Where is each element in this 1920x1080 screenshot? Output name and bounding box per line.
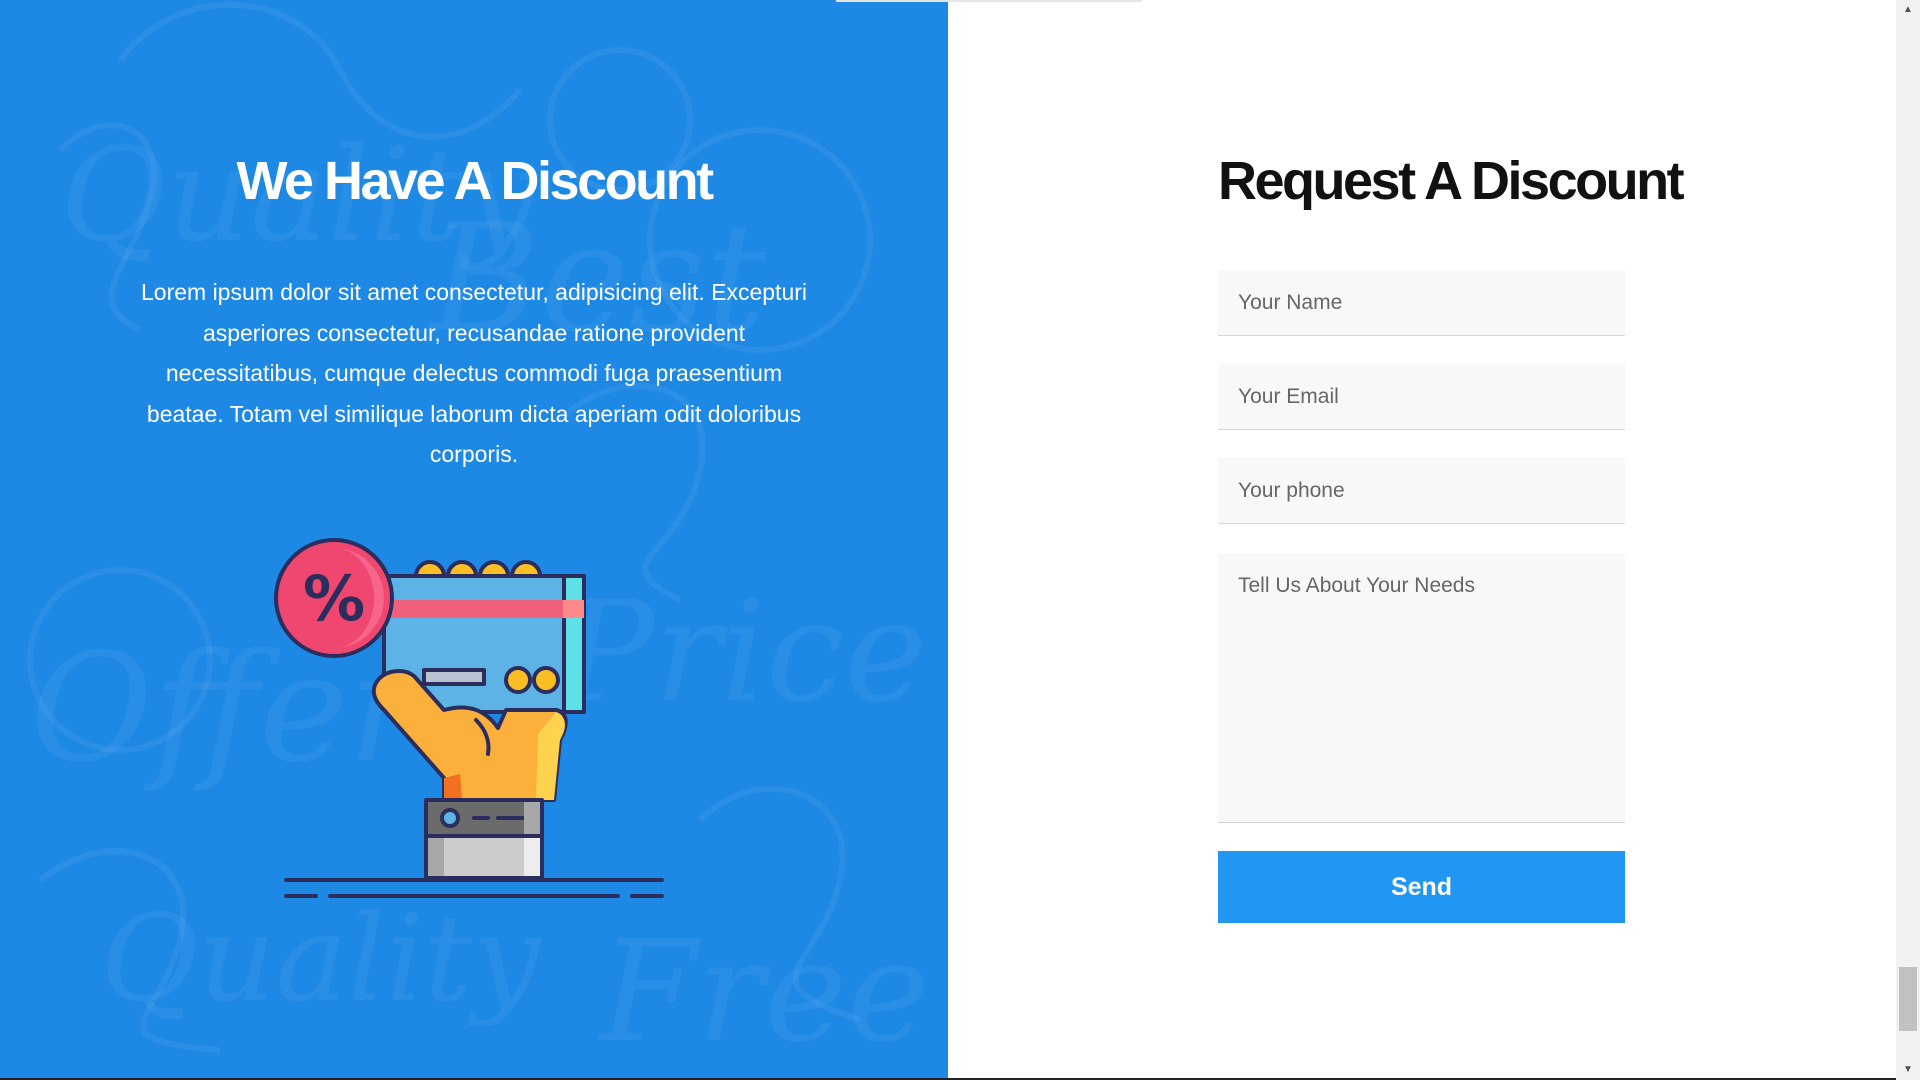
top-progress-bar	[778, 0, 1142, 2]
promo-title: We Have A Discount	[236, 151, 714, 211]
email-field[interactable]	[1218, 364, 1625, 430]
hand-holding-discount-card-icon: %	[274, 538, 664, 898]
arrow-down-icon[interactable]: ▼	[1896, 1060, 1920, 1080]
arrow-up-icon[interactable]: ▲	[1896, 0, 1920, 20]
discount-section: Quality Best Offer Price Quality Free We…	[0, 0, 1920, 1080]
needs-textarea[interactable]	[1218, 554, 1625, 823]
discount-promo-panel: Quality Best Offer Price Quality Free We…	[0, 0, 948, 1079]
svg-text:Quality: Quality	[100, 890, 542, 1029]
promo-description: Lorem ipsum dolor sit amet consectetur, …	[140, 279, 808, 467]
send-button[interactable]: Send	[1218, 851, 1625, 923]
svg-text:Free: Free	[597, 911, 930, 1074]
page-scrollbar[interactable]: ▲ ▼	[1896, 0, 1920, 1080]
top-progress-fill	[778, 0, 837, 2]
scrollbar-thumb[interactable]	[1899, 966, 1917, 1031]
form-title: Request A Discount	[1218, 151, 1685, 211]
percent-symbol: %	[303, 562, 365, 635]
phone-field[interactable]	[1218, 458, 1625, 524]
name-field[interactable]	[1218, 270, 1625, 336]
